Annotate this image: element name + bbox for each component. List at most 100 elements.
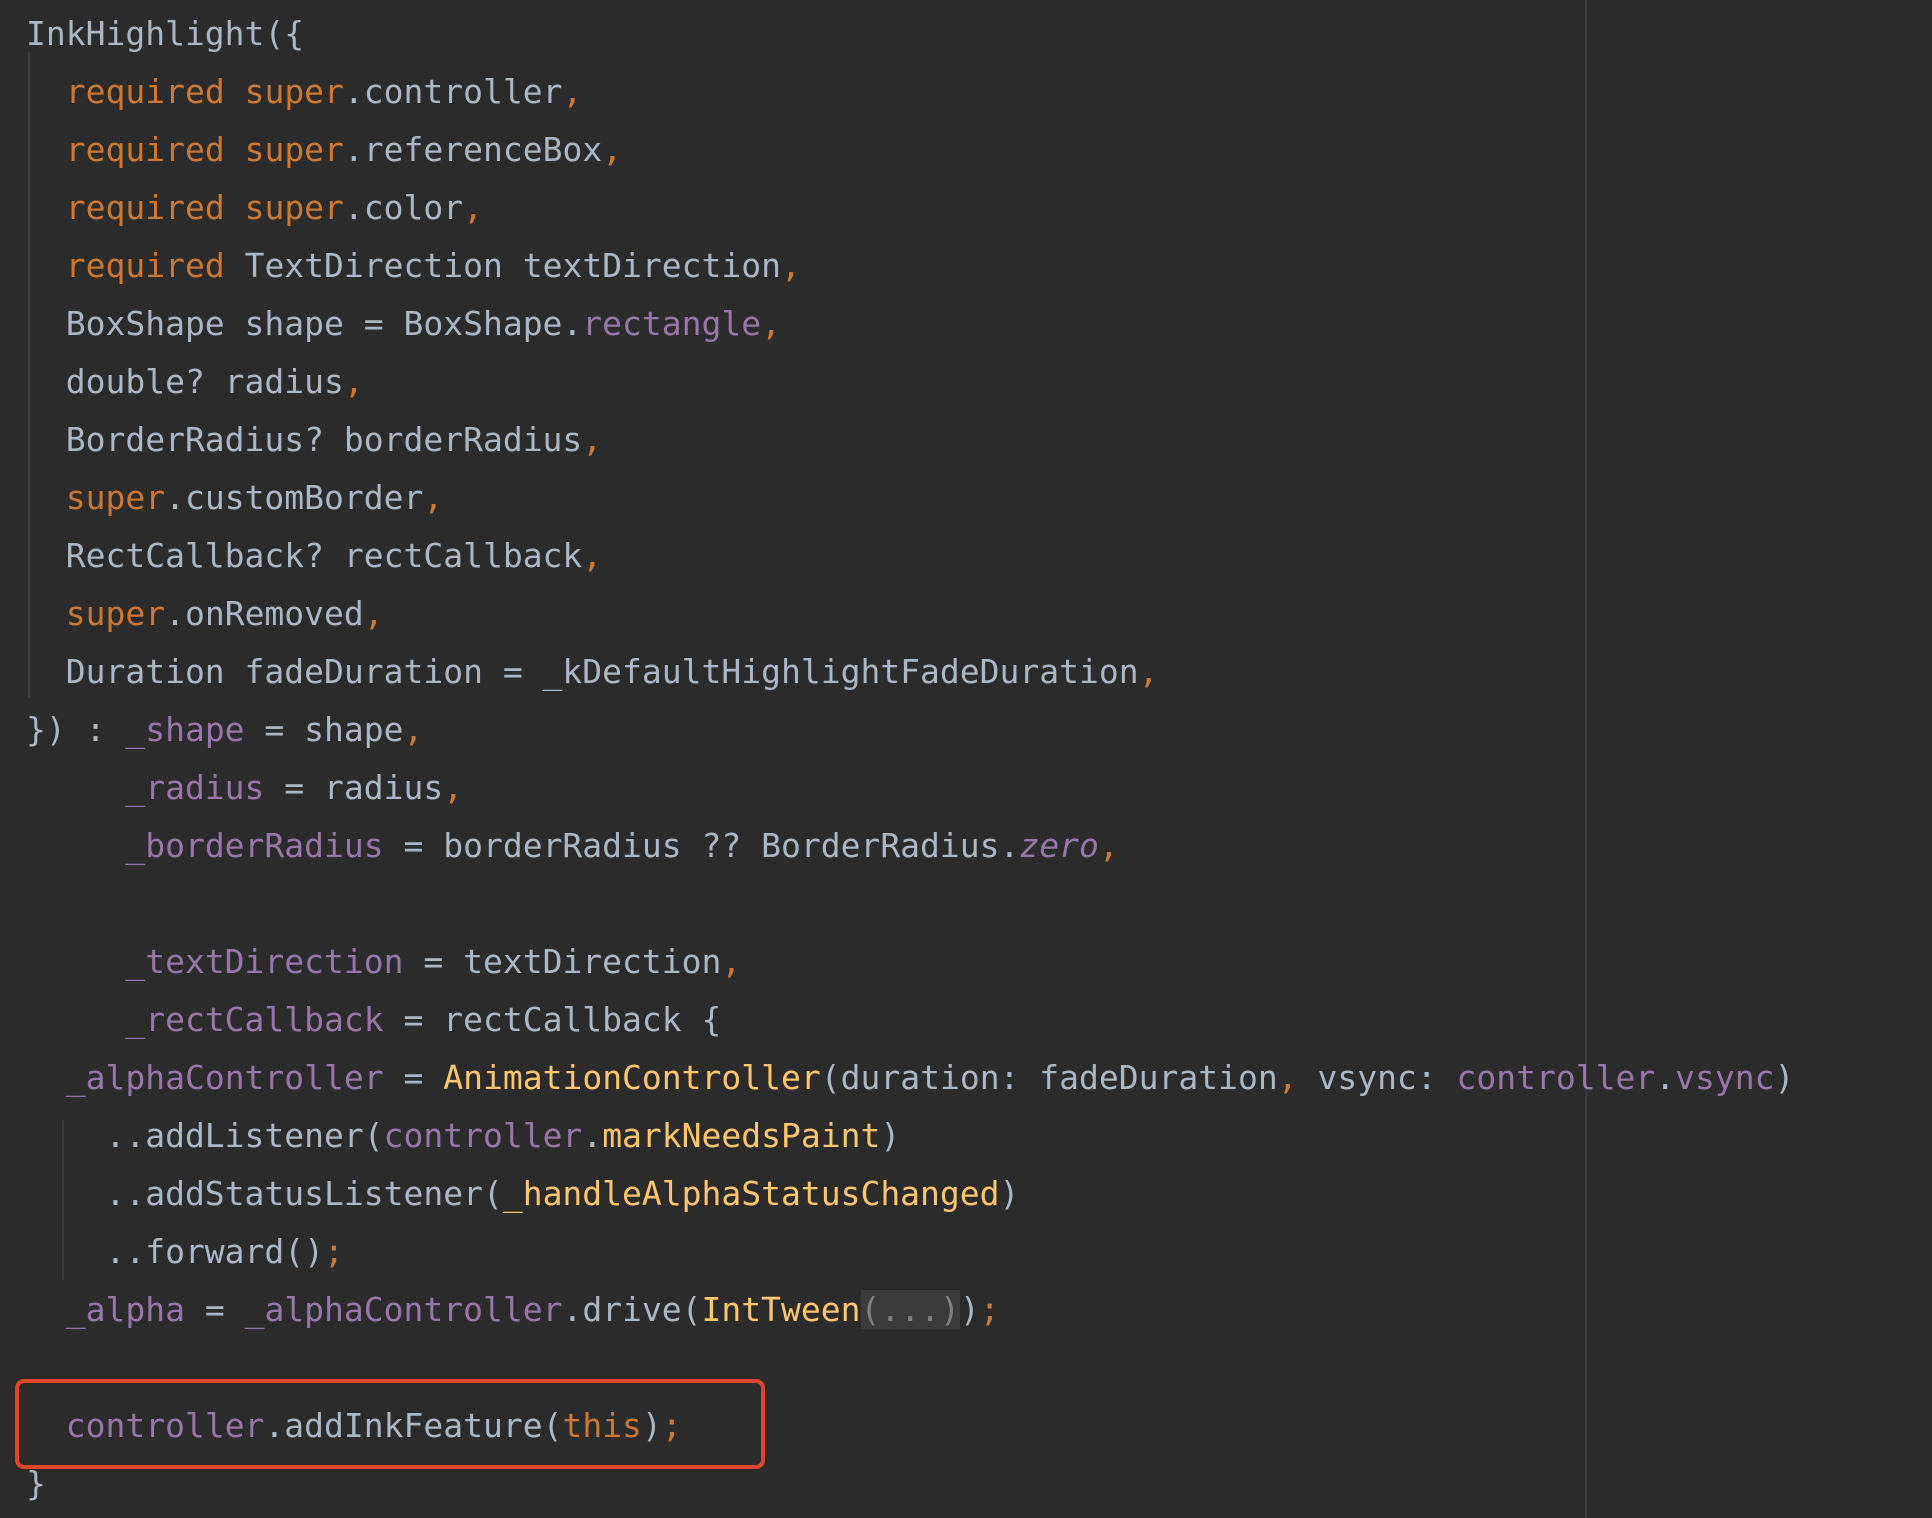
code-token: , (403, 710, 424, 749)
code-token: , (721, 942, 742, 981)
code-token: .controller (343, 72, 563, 111)
code-token: , (363, 594, 384, 633)
code-line[interactable]: double? radius, (26, 353, 364, 411)
code-token: vsync (1675, 1058, 1775, 1097)
code-token: ; (979, 1290, 1000, 1329)
code-line[interactable]: required super.controller, (26, 63, 583, 121)
code-token: _handleAlphaStatusChanged (502, 1174, 1000, 1213)
code-token: .drive( (562, 1290, 702, 1329)
code-token: required (65, 72, 225, 111)
code-token: _textDirection (125, 942, 404, 981)
code-token: ) (959, 1290, 980, 1329)
code-line[interactable]: required super.color, (26, 179, 483, 237)
code-token: _alpha (65, 1290, 185, 1329)
code-line[interactable]: super.customBorder, (26, 469, 444, 527)
code-token: ; (324, 1232, 344, 1271)
code-token: , (1277, 1058, 1298, 1097)
code-token: .color (343, 188, 464, 227)
code-token: , (781, 246, 801, 285)
code-token: ) (880, 1116, 901, 1155)
code-line[interactable]: _rectCallback = rectCallback { (26, 991, 721, 1049)
code-line[interactable]: Duration fadeDuration = _kDefaultHighlig… (26, 643, 1159, 701)
code-token: , (343, 362, 364, 401)
code-token: _shape (125, 710, 245, 749)
code-token: ..addListener( (26, 1116, 384, 1155)
code-line[interactable]: }) : _shape = shape, (26, 701, 423, 759)
code-line[interactable]: _alphaController = AnimationController(d… (26, 1049, 1795, 1107)
code-line[interactable]: _textDirection = textDirection, (26, 933, 741, 991)
code-token: RectCallback? rectCallback (26, 536, 583, 575)
code-token: = textDirection (403, 942, 722, 981)
code-token: vsync: (1297, 1058, 1457, 1097)
code-token: , (582, 420, 603, 459)
code-line[interactable]: ..forward(); (26, 1223, 344, 1281)
code-line[interactable]: BorderRadius? borderRadius, (26, 411, 602, 469)
highlight-box (15, 1379, 765, 1469)
code-line[interactable]: ..addListener(controller.markNeedsPaint) (26, 1107, 900, 1165)
code-token: _rectCallback (125, 1000, 384, 1039)
code-token: super (244, 72, 344, 111)
code-token: }) : (26, 710, 126, 749)
code-token: = borderRadius ?? BorderRadius. (383, 826, 1020, 865)
code-token: = radius (264, 768, 444, 807)
code-token: rectangle (582, 304, 762, 343)
code-token: AnimationController (443, 1058, 821, 1097)
code-line[interactable]: required super.referenceBox, (26, 121, 622, 179)
code-token: (...) (860, 1290, 960, 1329)
code-line[interactable]: InkHighlight({ (26, 5, 304, 63)
code-token: ..addStatusListener( (26, 1174, 503, 1213)
code-token: BoxShape shape = BoxShape. (26, 304, 583, 343)
code-token: , (423, 478, 444, 517)
code-line[interactable]: required TextDirection textDirection, (26, 237, 801, 295)
code-token: BorderRadius? borderRadius (26, 420, 583, 459)
code-token: TextDirection textDirection (224, 246, 781, 285)
code-token: = rectCallback { (383, 1000, 722, 1039)
code-token: , (1138, 652, 1159, 691)
code-token: required (65, 188, 225, 227)
code-token: _alphaController (65, 1058, 384, 1097)
code-token: Duration fadeDuration = _kDefaultHighlig… (26, 652, 1139, 691)
code-token: . (582, 1116, 603, 1155)
code-token: , (602, 130, 623, 169)
code-token: (duration: fadeDuration (820, 1058, 1278, 1097)
code-token: double? radius (26, 362, 344, 401)
code-token: ..forward() (26, 1232, 325, 1271)
code-token: , (761, 304, 781, 343)
code-token: = (184, 1290, 245, 1329)
code-token: markNeedsPaint (602, 1116, 881, 1155)
code-token: , (443, 768, 464, 807)
code-token: required (65, 246, 225, 285)
code-line[interactable]: super.onRemoved, (26, 585, 384, 643)
code-token: . (1655, 1058, 1676, 1097)
code-token: zero (1019, 826, 1099, 865)
code-token: super (65, 594, 166, 633)
code-line[interactable]: _radius = radius, (26, 759, 463, 817)
code-token: super (65, 478, 166, 517)
code-line[interactable]: RectCallback? rectCallback, (26, 527, 602, 585)
code-editor[interactable]: InkHighlight({ required super.controller… (0, 0, 1932, 1518)
code-token: , (582, 536, 603, 575)
code-token: _borderRadius (125, 826, 384, 865)
code-token: controller (1456, 1058, 1656, 1097)
code-line[interactable]: BoxShape shape = BoxShape.rectangle, (26, 295, 781, 353)
code-token: , (463, 188, 484, 227)
code-line[interactable]: _alpha = _alphaController.drive(IntTween… (26, 1281, 1000, 1339)
code-token: = (383, 1058, 444, 1097)
code-line[interactable]: ..addStatusListener(_handleAlphaStatusCh… (26, 1165, 1019, 1223)
code-token: super (244, 130, 344, 169)
right-margin-guide (1585, 0, 1587, 1518)
code-token: ) (1774, 1058, 1795, 1097)
code-line[interactable]: _borderRadius = borderRadius ?? BorderRa… (26, 817, 1118, 875)
code-token: , (562, 72, 583, 111)
